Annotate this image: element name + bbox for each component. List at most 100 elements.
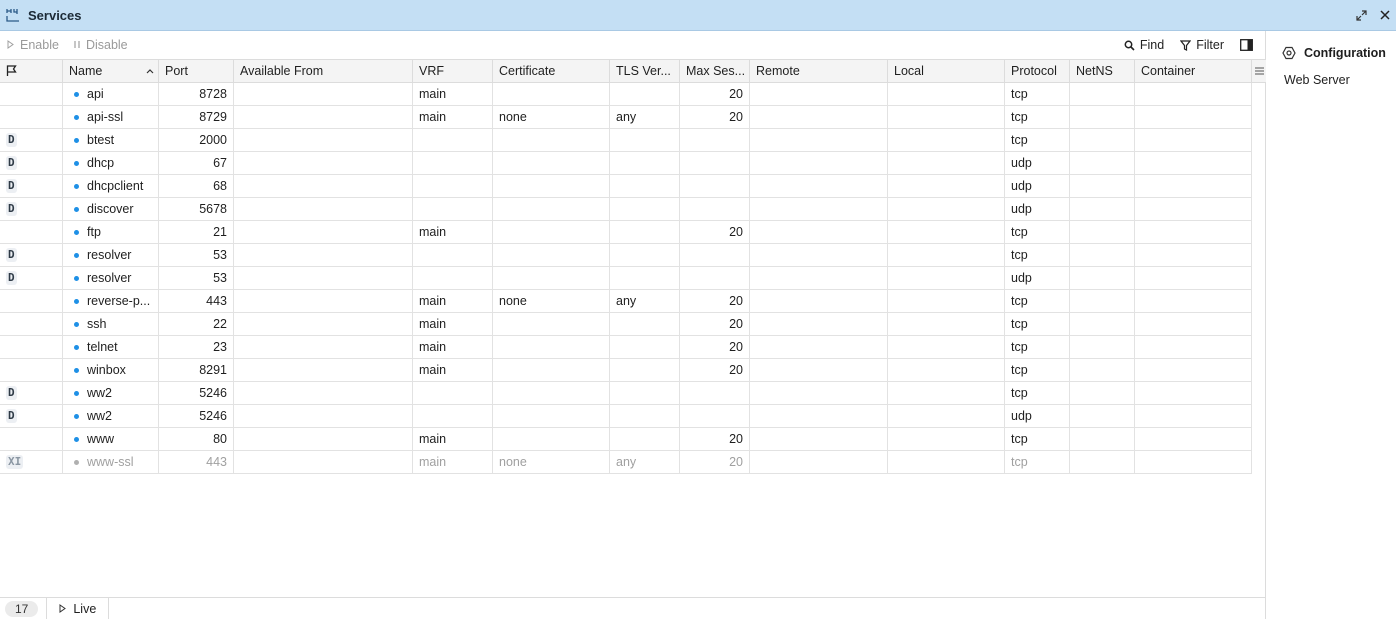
table-row[interactable]: winbox 8291 main 20 tcp <box>0 359 1252 382</box>
tls-version-column-header[interactable]: TLS Ver... <box>610 60 680 82</box>
status-dot-icon <box>74 413 79 419</box>
restore-icon[interactable] <box>1354 7 1368 23</box>
table-row[interactable]: api 8728 main 20 tcp <box>0 83 1252 106</box>
available-from-cell <box>234 290 413 312</box>
protocol-cell: tcp <box>1005 129 1070 151</box>
port-cell: 5246 <box>159 382 234 404</box>
remote-column-header[interactable]: Remote <box>750 60 888 82</box>
netns-cell <box>1070 267 1135 289</box>
local-cell <box>888 290 1005 312</box>
max-sessions-cell: 20 <box>680 336 750 358</box>
netns-cell <box>1070 428 1135 450</box>
status-dot-icon <box>74 229 79 235</box>
protocol-cell: tcp <box>1005 359 1070 381</box>
protocol-cell: tcp <box>1005 290 1070 312</box>
status-dot-icon <box>74 114 79 120</box>
flag-cell <box>0 83 63 105</box>
table-row[interactable]: XI www-ssl 443 main none any 20 tcp <box>0 451 1252 474</box>
toggle-side-panel-button[interactable] <box>1233 34 1260 56</box>
local-cell <box>888 152 1005 174</box>
certificate-cell <box>493 359 610 381</box>
toolbar: Enable Disable Find Filter <box>0 31 1266 58</box>
table-row[interactable]: telnet 23 main 20 tcp <box>0 336 1252 359</box>
column-menu-icon[interactable] <box>1252 59 1266 83</box>
flag-cell <box>0 221 63 243</box>
live-label: Live <box>73 601 97 616</box>
max-sessions-column-header[interactable]: Max Ses... <box>680 60 750 82</box>
container-column-header[interactable]: Container <box>1135 60 1252 82</box>
vrf-column-header[interactable]: VRF <box>413 60 493 82</box>
name-cell: winbox <box>63 359 159 381</box>
status-dot-icon <box>74 252 79 258</box>
service-name: resolver <box>87 271 132 285</box>
table-row[interactable]: Dresolver 53 tcp <box>0 244 1252 267</box>
container-cell <box>1135 428 1252 450</box>
side-item-web-server[interactable]: Web Server <box>1267 60 1396 87</box>
table-row[interactable]: Ddhcp 67 udp <box>0 152 1252 175</box>
port-column-header[interactable]: Port <box>159 60 234 82</box>
find-label: Find <box>1139 38 1165 52</box>
table-row[interactable]: reverse-p... 443 main none any 20 tcp <box>0 290 1252 313</box>
tls-version-cell <box>610 198 680 220</box>
status-dot-icon <box>74 344 79 350</box>
flag-cell: D <box>0 382 63 404</box>
status-dot-icon <box>74 206 79 212</box>
remote-cell <box>750 405 888 427</box>
container-cell <box>1135 198 1252 220</box>
table-row[interactable]: Dresolver 53 udp <box>0 267 1252 290</box>
certificate-column-header[interactable]: Certificate <box>493 60 610 82</box>
find-button[interactable]: Find <box>1117 34 1171 56</box>
local-cell <box>888 198 1005 220</box>
table-row[interactable]: ssh 22 main 20 tcp <box>0 313 1252 336</box>
tls-version-cell <box>610 267 680 289</box>
protocol-cell: udp <box>1005 267 1070 289</box>
table-row[interactable]: api-ssl 8729 main none any 20 tcp <box>0 106 1252 129</box>
play-icon <box>7 40 14 49</box>
vrf-cell: main <box>413 83 493 105</box>
netns-cell <box>1070 244 1135 266</box>
max-sessions-cell <box>680 244 750 266</box>
service-name: ww2 <box>87 409 113 423</box>
protocol-column-header[interactable]: Protocol <box>1005 60 1070 82</box>
port-cell: 5678 <box>159 198 234 220</box>
table-row[interactable]: www 80 main 20 tcp <box>0 428 1252 451</box>
available-from-cell <box>234 129 413 151</box>
close-icon[interactable] <box>1378 7 1392 23</box>
container-cell <box>1135 106 1252 128</box>
flags-column-header[interactable] <box>0 60 63 82</box>
play-icon <box>59 604 67 613</box>
table-row[interactable]: Dww2 5246 tcp <box>0 382 1252 405</box>
netns-column-header[interactable]: NetNS <box>1070 60 1135 82</box>
status-dot-icon <box>74 459 79 465</box>
table-row[interactable]: Dbtest 2000 tcp <box>0 129 1252 152</box>
status-dot-icon <box>74 298 79 304</box>
available-from-column-header[interactable]: Available From <box>234 60 413 82</box>
local-cell <box>888 382 1005 404</box>
filter-icon <box>1180 39 1192 51</box>
disable-button[interactable]: Disable <box>66 34 135 56</box>
local-column-header[interactable]: Local <box>888 60 1005 82</box>
flag-cell: D <box>0 405 63 427</box>
table-row[interactable]: Ddiscover 5678 udp <box>0 198 1252 221</box>
local-cell <box>888 313 1005 335</box>
local-cell <box>888 244 1005 266</box>
sort-ascending-icon <box>146 69 154 74</box>
filter-button[interactable]: Filter <box>1173 34 1231 56</box>
netns-cell <box>1070 405 1135 427</box>
enable-button[interactable]: Enable <box>0 34 66 56</box>
table-row[interactable]: Ddhcpclient 68 udp <box>0 175 1252 198</box>
container-cell <box>1135 83 1252 105</box>
protocol-cell: tcp <box>1005 451 1070 473</box>
table-body: api 8728 main 20 tcp api-ssl 8729 main none any 20… <box>0 83 1252 474</box>
port-cell: 67 <box>159 152 234 174</box>
live-button[interactable]: Live <box>46 597 110 619</box>
table-row[interactable]: Dww2 5246 udp <box>0 405 1252 428</box>
remote-cell <box>750 359 888 381</box>
vrf-cell <box>413 405 493 427</box>
certificate-cell <box>493 129 610 151</box>
name-cell: ww2 <box>63 382 159 404</box>
name-column-header[interactable]: Name <box>63 60 159 82</box>
flag-cell: D <box>0 198 63 220</box>
table-row[interactable]: ftp 21 main 20 tcp <box>0 221 1252 244</box>
status-dot-icon <box>74 321 79 327</box>
